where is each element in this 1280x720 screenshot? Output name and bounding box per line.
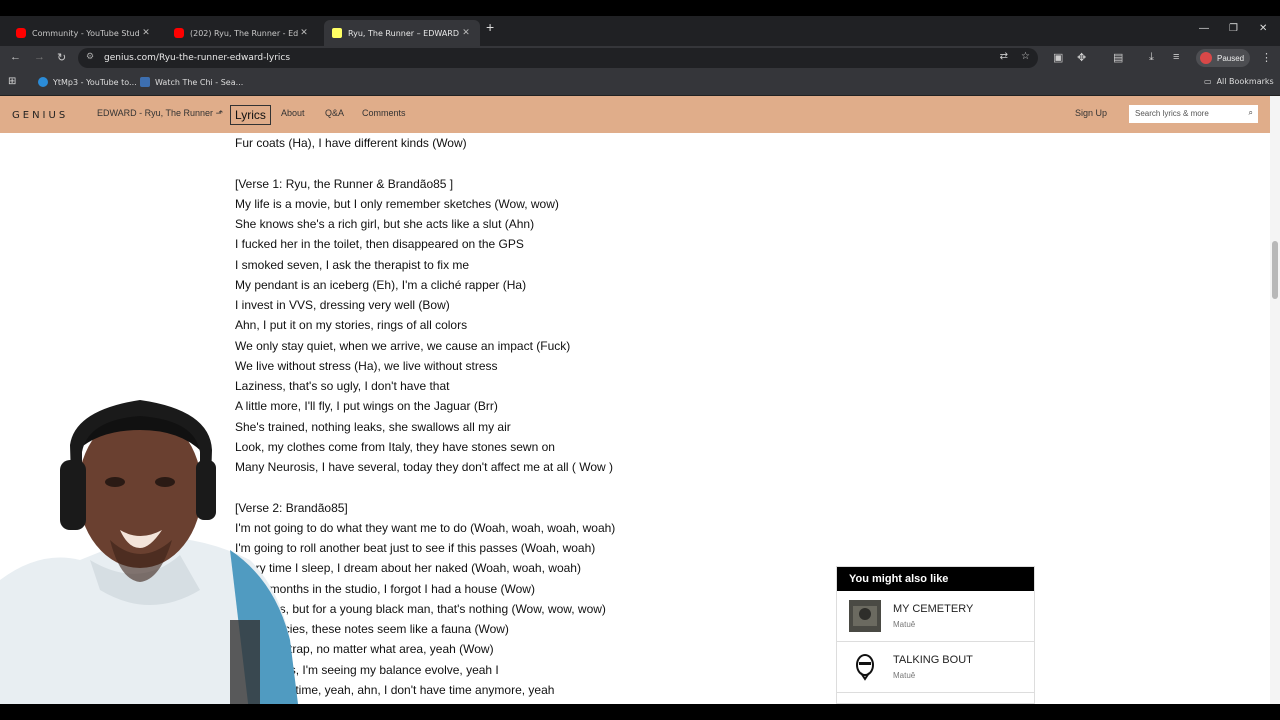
screen-bottom-border: [0, 704, 1280, 720]
list-item[interactable]: TALKING BOUT Matuê: [837, 642, 1034, 693]
lyric-line[interactable]: Ahn, I put it on my stories, rings of al…: [235, 315, 615, 335]
restore-icon[interactable]: ❐: [1229, 23, 1238, 34]
forward-icon[interactable]: →: [34, 51, 45, 63]
download-icon[interactable]: ⤓: [1149, 51, 1154, 64]
bookmark-label: YtMp3 - YouTube to...: [53, 77, 137, 87]
tab-about[interactable]: About: [281, 108, 305, 118]
song-breadcrumb[interactable]: EDWARD - Ryu, The Runner ⬏: [97, 108, 223, 119]
new-tab-icon[interactable]: +: [486, 19, 494, 35]
lyric-line[interactable]: She knows she's a rich girl, but she act…: [235, 214, 615, 234]
you-might-also-like: You might also like MY CEMETERY Matuê TA…: [836, 566, 1035, 704]
lyric-line[interactable]: My life is a movie, but I only remember …: [235, 194, 615, 214]
menu-icon[interactable]: ⋮: [1261, 51, 1272, 64]
album-cover-icon: [849, 651, 881, 683]
list-item[interactable]: MY CEMETERY Matuê: [837, 591, 1034, 642]
tab-genius-lyrics[interactable]: Ryu, The Runner – EDWARD Ly ✕: [324, 20, 480, 46]
search-input[interactable]: Search lyrics & more ⌕: [1129, 105, 1258, 123]
screen-top-border: [0, 0, 1280, 16]
address-bar[interactable]: ⚙ genius.com/Ryu-the-runner-edward-lyric…: [78, 48, 1038, 68]
lyric-line[interactable]: We only stay quiet, when we arrive, we c…: [235, 336, 615, 356]
star-icon[interactable]: ☆: [1021, 51, 1030, 62]
apps-icon[interactable]: ⊞: [8, 76, 16, 87]
search-placeholder: Search lyrics & more: [1135, 109, 1209, 118]
lyric-line: Fur coats (Ha), I have different kinds (…: [235, 136, 467, 150]
youtube-icon: [16, 28, 26, 38]
bookmark-label: Watch The Chi - Sea...: [155, 77, 244, 87]
reload-icon[interactable]: ↻: [57, 51, 66, 64]
tab-title: (202) Ryu, The Runner - Edward: [190, 28, 298, 38]
song-title: EDWARD - Ryu, The Runner: [97, 108, 214, 118]
all-bookmarks-label: All Bookmarks: [1216, 77, 1274, 86]
url-text: genius.com/Ryu-the-runner-edward-lyrics: [104, 53, 291, 63]
avatar: [1200, 52, 1212, 64]
profile-status: Paused: [1217, 53, 1245, 63]
translate-icon[interactable]: ⇄: [1000, 51, 1008, 62]
ytmp3-icon: [38, 77, 48, 87]
profile-button[interactable]: Paused: [1196, 49, 1250, 67]
scrollbar-thumb[interactable]: [1272, 241, 1278, 299]
artist-name: Matuê: [893, 620, 916, 629]
extension-icon[interactable]: ▣: [1053, 51, 1063, 64]
minimize-icon[interactable]: —: [1199, 23, 1209, 34]
song-title: MY CEMETERY: [893, 603, 974, 615]
back-icon[interactable]: ←: [10, 51, 21, 63]
album-cover-icon: [849, 600, 881, 632]
lyric-line[interactable]: My pendant is an iceberg (Eh), I'm a cli…: [235, 275, 615, 295]
artist-name: Matuê: [893, 671, 916, 680]
webcam-overlay: [0, 400, 300, 720]
close-icon[interactable]: ✕: [460, 28, 472, 38]
tab-lyrics[interactable]: Lyrics: [230, 105, 271, 125]
site-info-icon[interactable]: ⚙: [86, 52, 94, 62]
tab-comments[interactable]: Comments: [362, 108, 406, 118]
lyric-line[interactable]: I smoked seven, I ask the therapist to f…: [235, 255, 615, 275]
tab-youtube-studio[interactable]: Community - YouTube Studio ✕: [8, 20, 160, 46]
sign-up-link[interactable]: Sign Up: [1075, 108, 1107, 118]
puzzle-icon[interactable]: ✥: [1077, 51, 1086, 64]
bookmark-the-chi[interactable]: Watch The Chi - Sea...: [140, 77, 243, 87]
bookmarks-bar: ⊞ YtMp3 - YouTube to... Watch The Chi - …: [0, 70, 1280, 96]
all-bookmarks[interactable]: ▭ All Bookmarks: [1204, 77, 1274, 86]
arrow-up-icon: ⬏: [215, 108, 224, 118]
tab-youtube-video[interactable]: (202) Ryu, The Runner - Edward ✕: [166, 20, 318, 46]
genius-header: GENIUS EDWARD - Ryu, The Runner ⬏ Lyrics…: [0, 96, 1270, 133]
sidebar-heading: You might also like: [837, 567, 1034, 591]
close-window-icon[interactable]: ✕: [1259, 23, 1267, 34]
bookmark-site-icon: [140, 77, 150, 87]
genius-icon: [332, 28, 342, 38]
scrollbar[interactable]: [1270, 96, 1280, 706]
youtube-icon: [174, 28, 184, 38]
lyric-line: [235, 153, 615, 173]
lyric-line[interactable]: We live without stress (Ha), we live wit…: [235, 356, 615, 376]
song-title: TALKING BOUT: [893, 654, 973, 666]
folder-icon: ▭: [1204, 77, 1212, 86]
close-icon[interactable]: ✕: [298, 28, 310, 38]
browser-toolbar: ← → ↻ ⚙ genius.com/Ryu-the-runner-edward…: [0, 46, 1280, 70]
genius-logo[interactable]: GENIUS: [12, 110, 68, 121]
tab-title: Community - YouTube Studio: [32, 28, 140, 38]
lyric-line[interactable]: I fucked her in the toilet, then disappe…: [235, 234, 615, 254]
tab-qa[interactable]: Q&A: [325, 108, 344, 118]
search-icon[interactable]: ⌕: [1249, 108, 1253, 118]
sidepanel-icon[interactable]: ▤: [1113, 51, 1123, 64]
media-icon[interactable]: ≡: [1173, 51, 1179, 63]
lyric-line[interactable]: I invest in VVS, dressing very well (Bow…: [235, 295, 615, 315]
tab-strip: Community - YouTube Studio ✕ (202) Ryu, …: [0, 16, 1280, 46]
list-item[interactable]: [837, 693, 1034, 703]
tab-title: Ryu, The Runner – EDWARD Ly: [348, 28, 460, 38]
lyric-line[interactable]: [Verse 1: Ryu, the Runner & Brandão85 ]: [235, 174, 615, 194]
bookmark-ytmp3[interactable]: YtMp3 - YouTube to...: [38, 77, 137, 87]
close-icon[interactable]: ✕: [140, 28, 152, 38]
